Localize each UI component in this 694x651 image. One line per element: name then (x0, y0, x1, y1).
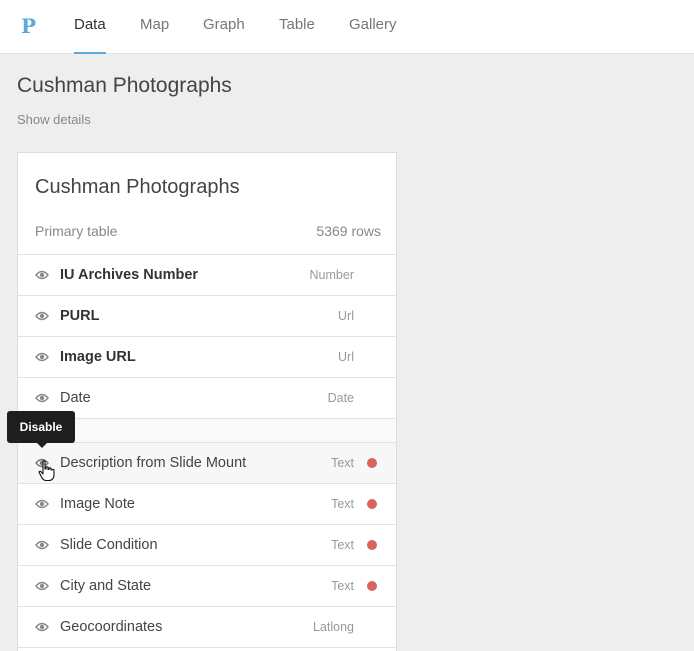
status-dot (367, 499, 377, 509)
tab-gallery-label: Gallery (349, 16, 397, 33)
show-details-link[interactable]: Show details (17, 112, 91, 127)
eye-icon[interactable] (35, 310, 49, 322)
tooltip: Disable (7, 411, 75, 448)
eye-icon[interactable] (35, 498, 49, 510)
field-type: Url (338, 309, 354, 323)
field-type: Text (331, 456, 354, 470)
field-type: Number (309, 268, 354, 282)
card-title: Cushman Photographs (35, 176, 240, 198)
field-name: City and State (60, 578, 152, 594)
field-row[interactable]: Geocoordinates Latlong (18, 607, 396, 648)
field-row[interactable]: Image URL Url (18, 337, 396, 378)
eye-icon[interactable] (35, 539, 49, 551)
field-row[interactable]: Slide Condition Text (18, 525, 396, 566)
field-type: Latlong (312, 620, 354, 634)
field-type: Url (338, 350, 354, 364)
tab-map[interactable]: Map (140, 0, 169, 54)
field-type: Text (331, 579, 354, 593)
primary-table-label: Primary table (35, 223, 118, 239)
field-name: Slide Condition (60, 537, 158, 553)
field-row[interactable]: Description from Slide Mount Text (18, 443, 396, 484)
field-type: Text (331, 538, 354, 552)
eye-icon[interactable] (35, 621, 49, 633)
field-row[interactable]: IU Archives Number Number (18, 255, 396, 296)
eye-icon[interactable] (35, 269, 49, 281)
app-logo[interactable]: P (21, 14, 36, 38)
field-row[interactable]: Image Note Text (18, 484, 396, 525)
tab-graph-label: Graph (203, 16, 245, 33)
field-row[interactable]: PURL Url (18, 296, 396, 337)
eye-icon[interactable] (35, 580, 49, 592)
field-name: Date (60, 390, 91, 406)
tab-table-label: Table (279, 16, 315, 33)
field-name: Image Note (60, 496, 135, 512)
tab-table[interactable]: Table (279, 0, 315, 54)
page-title: Cushman Photographs (17, 74, 232, 97)
tab-map-label: Map (140, 16, 170, 33)
status-dot (367, 581, 377, 591)
eye-icon[interactable] (35, 392, 49, 404)
field-name: Image URL (60, 349, 136, 365)
field-name: PURL (60, 308, 100, 324)
eye-icon[interactable] (35, 351, 49, 363)
hand-pointer-icon (38, 460, 55, 482)
field-type: Date (327, 391, 354, 405)
field-row[interactable]: City and State Text (18, 566, 396, 607)
field-type: Text (331, 497, 354, 511)
status-dot (367, 540, 377, 550)
status-dot (367, 458, 377, 468)
field-name: Geocoordinates (60, 619, 163, 635)
table-card: Cushman Photographs Primary table 5369 r… (17, 152, 397, 651)
field-list: IU Archives Number Number PURL Url Image… (18, 254, 396, 648)
field-name: IU Archives Number (60, 267, 199, 283)
card-subtitle-row: Primary table 5369 rows (35, 223, 381, 239)
tab-graph[interactable]: Graph (203, 0, 245, 54)
tab-data[interactable]: Data (74, 0, 106, 54)
field-name: Description from Slide Mount (60, 455, 247, 471)
row-count: 5369 rows (316, 223, 381, 239)
tab-gallery[interactable]: Gallery (349, 0, 397, 54)
top-navigation: P Data Map Graph Table Gallery (0, 0, 694, 54)
tab-data-label: Data (74, 16, 106, 33)
